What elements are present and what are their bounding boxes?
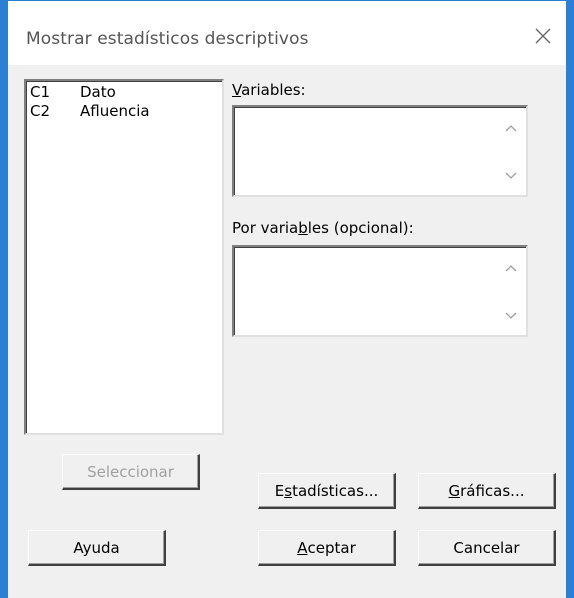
variables-label-rest: ariables:	[241, 81, 306, 99]
statistics-button-rest: tadísticas...	[292, 481, 379, 500]
chevron-down-icon	[505, 312, 517, 319]
dialog-title: Mostrar estadísticos descriptivos	[26, 29, 309, 49]
list-item[interactable]: C2 Afluencia	[30, 102, 218, 121]
ok-button[interactable]: Aceptar	[258, 530, 396, 566]
graphs-button[interactable]: Gráficas...	[418, 473, 556, 509]
close-button[interactable]	[528, 21, 558, 51]
variables-field[interactable]	[232, 105, 528, 197]
chevron-down-icon	[505, 172, 517, 179]
variables-label: Variables:	[232, 81, 306, 99]
cancel-button[interactable]: Cancelar	[418, 530, 556, 566]
scroll-up-button[interactable]	[504, 123, 518, 133]
select-button[interactable]: Seleccionar	[62, 454, 200, 490]
column-id: C2	[30, 102, 51, 120]
dialog-client-area: C1 Dato C2 Afluencia Variables: Por vari…	[8, 65, 566, 598]
ok-button-rest: ceptar	[307, 538, 356, 557]
dialog-window: Mostrar estadísticos descriptivos C1 Dat…	[0, 0, 574, 598]
chevron-up-icon	[505, 125, 517, 132]
variables-label-mnemonic: V	[232, 81, 242, 99]
ok-button-mnemonic: A	[297, 538, 308, 557]
scroll-down-button[interactable]	[504, 171, 518, 181]
by-variables-field[interactable]	[232, 245, 528, 337]
by-variables-label-prefix: Por varia	[232, 219, 299, 237]
chevron-up-icon	[505, 265, 517, 272]
statistics-button-mnemonic: s	[284, 481, 293, 500]
close-icon	[535, 28, 551, 44]
graphs-button-mnemonic: G	[448, 481, 461, 500]
column-id: C1	[30, 83, 51, 101]
list-item[interactable]: C1 Dato	[30, 83, 218, 102]
by-variables-label-mnemonic: b	[298, 219, 308, 237]
by-variables-label: Por variables (opcional):	[232, 219, 414, 237]
statistics-button-prefix: E	[274, 481, 285, 500]
scroll-down-button[interactable]	[504, 311, 518, 321]
column-name: Dato	[80, 83, 116, 101]
scroll-up-button[interactable]	[504, 263, 518, 273]
help-button[interactable]: Ayuda	[28, 530, 166, 566]
column-name: Afluencia	[80, 102, 150, 120]
statistics-button[interactable]: Es tadísticas...	[258, 473, 396, 509]
title-bar: Mostrar estadísticos descriptivos	[8, 1, 566, 65]
by-variables-label-rest: les (opcional):	[307, 219, 414, 237]
columns-listbox[interactable]: C1 Dato C2 Afluencia	[24, 79, 224, 435]
graphs-button-rest: ráficas...	[460, 481, 525, 500]
